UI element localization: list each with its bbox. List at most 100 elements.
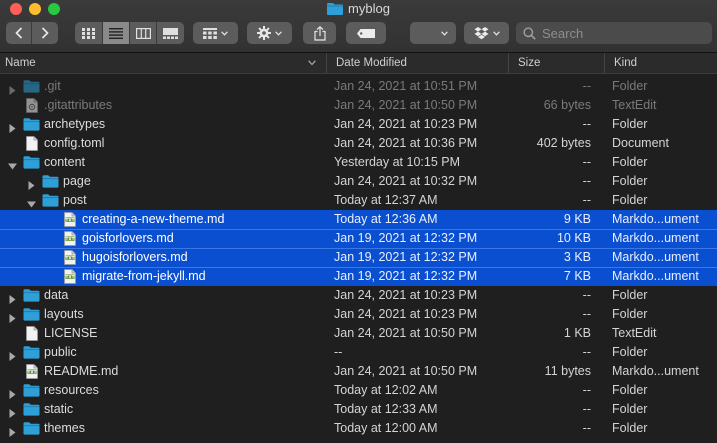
file-name: content [44,155,86,169]
icon-view-button[interactable] [75,22,103,44]
folder-icon [42,175,59,188]
file-row[interactable]: archetypes Jan 24, 2021 at 10:23 PM -- Fold… [0,115,717,134]
name-column-header[interactable]: Name [0,53,325,73]
file-name: LICENSE [44,326,98,340]
folder-icon [327,2,344,19]
file-row[interactable]: .gitattributes Jan 24, 2021 at 10:50 PM 66… [0,96,717,115]
search-field[interactable] [516,22,712,44]
folder-icon [23,422,40,435]
dropbox-button[interactable] [464,22,509,44]
back-button[interactable] [6,22,32,44]
file-date-modified: Today at 12:37 AM [334,193,438,207]
disclosure-collapsed-icon [9,124,16,133]
search-input[interactable] [542,25,702,41]
file-row[interactable]: page Jan 24, 2021 at 10:32 PM -- Folder [0,172,717,191]
folder-icon [42,194,59,207]
folder-icon [23,80,40,93]
disclosure-collapsed-icon [9,314,16,323]
forward-button[interactable] [32,22,58,44]
file-date-modified: Today at 12:36 AM [334,212,438,226]
date-modified-column-header[interactable]: Date Modified [326,53,508,73]
file-kind: Folder [612,421,648,435]
file-name: config.toml [44,136,105,150]
file-list: .git Jan 24, 2021 at 10:51 PM -- Folder .git… [0,77,717,438]
file-row[interactable]: resources Today at 12:02 AM -- Folder [0,381,717,400]
column-view-icon [135,27,151,39]
file-row[interactable]: TXT creating-a-new-theme.md Today at 12:36… [0,210,717,229]
kind-column-header[interactable]: Kind [604,53,717,73]
edit-tags-button[interactable] [346,22,386,44]
file-date-modified: Jan 19, 2021 at 12:32 PM [334,231,478,245]
file-row[interactable]: .git Jan 24, 2021 at 10:51 PM -- Folder [0,77,717,96]
size-column-header[interactable]: Size [508,53,604,73]
file-row[interactable]: layouts Jan 24, 2021 at 10:23 PM -- Folder [0,305,717,324]
file-row[interactable]: public -- -- Folder [0,343,717,362]
file-size: 402 bytes [536,136,591,150]
file-kind: Folder [612,345,648,359]
list-view-button[interactable] [103,22,130,44]
disclosure-triangle[interactable] [27,196,36,208]
disclosure-triangle[interactable] [8,424,17,437]
share-button[interactable] [303,22,336,44]
file-kind: Markdo...ument [612,212,699,226]
share-icon [313,25,326,41]
kind-column-label: Kind [614,57,638,69]
folder-icon [23,156,40,169]
file-row[interactable]: data Jan 24, 2021 at 10:23 PM -- Folder [0,286,717,305]
chevron-down-icon [221,30,228,36]
action-button[interactable] [247,22,292,44]
file-size: 10 KB [556,231,591,245]
file-row[interactable]: TXT migrate-from-jekyll.md Jan 19, 2021 at… [0,267,717,286]
dropbox-icon [474,26,488,39]
file-kind: Folder [612,307,648,321]
file-row[interactable]: static Today at 12:33 AM -- Folder [0,400,717,419]
disclosure-triangle[interactable] [8,120,17,133]
disclosure-triangle[interactable] [27,177,36,190]
file-date-modified: Jan 19, 2021 at 12:32 PM [334,250,478,264]
file-row[interactable]: TXT hugoisforlovers.md Jan 19, 2021 at 12:… [0,248,717,267]
file-row[interactable]: themes Today at 12:00 AM -- Folder [0,419,717,438]
name-column-label: Name [5,57,36,69]
size-column-label: Size [518,57,541,69]
svg-text:TXT: TXT [66,274,75,279]
file-row[interactable]: post Today at 12:37 AM -- Folder [0,191,717,210]
group-by-button[interactable] [193,22,238,44]
file-date-modified: Jan 24, 2021 at 10:36 PM [334,136,478,150]
options-dropdown-button[interactable] [410,22,456,44]
chevron-down-icon [492,30,500,36]
file-size: -- [582,79,591,93]
file-size: 9 KB [563,212,591,226]
disclosure-collapsed-icon [9,390,16,399]
file-kind: Folder [612,174,648,188]
file-row[interactable]: LICENSE Jan 24, 2021 at 10:50 PM 1 KB TextE… [0,324,717,343]
file-kind: Document [612,136,669,150]
disclosure-collapsed-icon [9,295,16,304]
chevron-left-icon [14,27,22,39]
file-row[interactable]: TXT README.md Jan 24, 2021 at 10:50 PM 11 b… [0,362,717,381]
file-row[interactable]: config.toml Jan 24, 2021 at 10:36 PM 402 b… [0,134,717,153]
file-date-modified: Today at 12:33 AM [334,402,438,416]
file-row[interactable]: content Yesterday at 10:15 PM -- Folder [0,153,717,172]
disclosure-triangle[interactable] [8,291,17,304]
file-row[interactable]: TXT goisforlovers.md Jan 19, 2021 at 12:32… [0,229,717,248]
disclosure-triangle[interactable] [8,82,17,95]
file-size: 66 bytes [543,98,591,112]
disclosure-triangle[interactable] [8,158,17,170]
file-date-modified: Jan 24, 2021 at 10:50 PM [334,364,478,378]
file-name: post [63,193,87,207]
file-name: goisforlovers.md [82,231,174,245]
disclosure-triangle[interactable] [8,310,17,323]
sort-descending-icon [308,60,316,66]
gallery-view-button[interactable] [157,22,184,44]
file-date-modified: Jan 24, 2021 at 10:51 PM [334,79,478,93]
disclosure-triangle[interactable] [8,348,17,361]
disclosure-triangle[interactable] [8,405,17,418]
file-size: -- [582,402,591,416]
column-view-button[interactable] [130,22,157,44]
toolbar: myblog [0,0,717,53]
file-icon [23,421,40,441]
disclosure-triangle[interactable] [8,386,17,399]
folder-icon [23,118,40,131]
file-date-modified: Jan 24, 2021 at 10:23 PM [334,288,478,302]
file-kind: Markdo...ument [612,231,699,245]
